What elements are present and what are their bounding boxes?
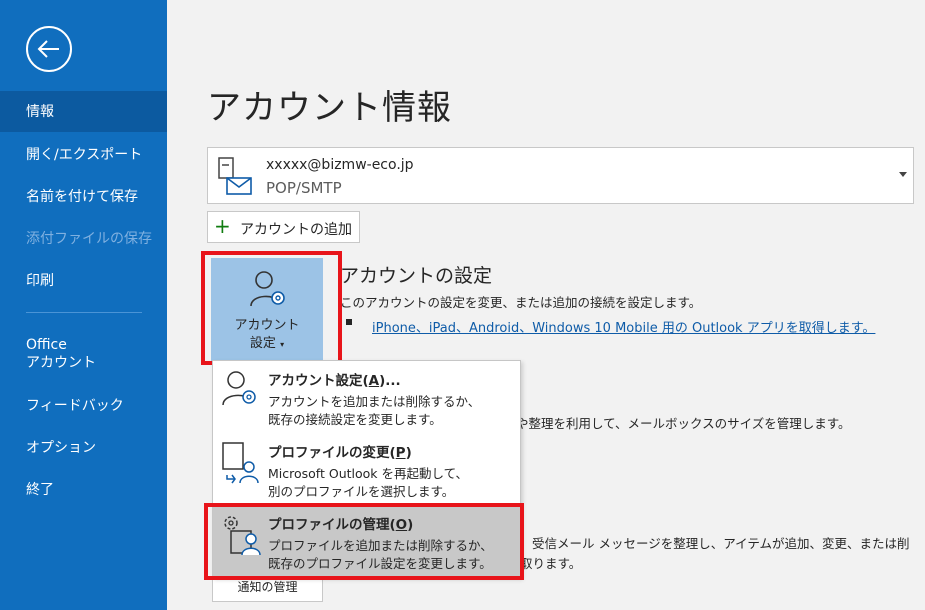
sidebar-item-print[interactable]: 印刷	[0, 272, 167, 290]
sidebar-item-label: 印刷	[26, 273, 54, 289]
menu-item-description: アカウントを追加または削除するか、	[268, 394, 481, 409]
menu-item-description-line2: 既存の接続設定を変更します。	[268, 412, 442, 427]
account-settings-label: アカウント	[234, 318, 300, 333]
menu-item-accesskey: A	[368, 373, 380, 389]
section-title: アカウントの設定	[340, 265, 493, 287]
menu-item-title: アカウント設定(A)...	[268, 369, 401, 389]
sidebar-item-label: 添付ファイルの保存	[26, 231, 152, 247]
chevron-down-icon[interactable]	[899, 172, 907, 177]
manage-profiles-icon	[224, 516, 261, 556]
back-button[interactable]	[26, 26, 72, 72]
sidebar-item-exit[interactable]: 終了	[0, 481, 167, 499]
menu-item-title: プロファイルの管理(O)	[268, 513, 413, 533]
add-account-button[interactable]: + アカウントの追加	[207, 211, 360, 243]
sidebar-item-options[interactable]: オプション	[0, 439, 167, 457]
menu-item-description: Microsoft Outlook を再起動して、	[268, 466, 469, 481]
sidebar-item-info[interactable]: 情報	[0, 91, 167, 132]
account-settings-button[interactable]: アカウント 設定 ▾	[211, 258, 323, 362]
menu-item-title-end: )...	[379, 373, 401, 389]
sidebar-item-label: 終了	[26, 482, 54, 498]
bullet-icon	[346, 319, 352, 325]
mail-account-icon	[218, 157, 252, 195]
rules-description-line2: 取ります。	[520, 556, 582, 571]
account-type: POP/SMTP	[266, 179, 342, 197]
menu-item-account-settings[interactable]: アカウント設定(A)... アカウントを追加または削除するか、 既存の接続設定を…	[213, 361, 520, 433]
menu-item-manage-profiles[interactable]: プロファイルの管理(O) プロファイルを追加または削除するか、 既存のプロファイ…	[213, 505, 520, 577]
sidebar-item-save-as[interactable]: 名前を付けて保存	[0, 188, 167, 206]
mailbox-cleanup-description: や整理を利用して、メールボックスのサイズを管理します。	[516, 416, 851, 431]
sidebar-item-feedback[interactable]: フィードバック	[0, 397, 167, 415]
menu-item-title-end: )	[407, 517, 414, 533]
menu-item-description-line2: 既存のプロファイル設定を変更します。	[268, 556, 492, 571]
account-settings-label-line2: 設定 ▾	[211, 332, 323, 351]
account-settings-label-text: 設定	[249, 336, 276, 351]
back-arrow-icon	[37, 40, 59, 58]
menu-item-title-text: プロファイルの管理(	[268, 517, 396, 533]
backstage-sidebar: 情報 開く/エクスポート 名前を付けて保存 添付ファイルの保存 印刷 Offic…	[0, 0, 167, 610]
menu-item-title-text: アカウント設定(	[268, 373, 369, 389]
sidebar-item-label: 名前を付けて保存	[26, 189, 138, 205]
rules-description: 受信メール メッセージを整理し、アイテムが追加、変更、または削	[532, 536, 910, 551]
menu-item-accesskey: P	[395, 445, 406, 461]
sidebar-item-label: Office	[26, 337, 67, 353]
sidebar-item-label: 情報	[26, 104, 54, 120]
menu-item-title-end: )	[405, 445, 412, 461]
menu-item-title-text: プロファイルの変更(	[268, 445, 396, 461]
sidebar-item-office-account[interactable]: Office アカウント	[0, 336, 167, 372]
section-description: このアカウントの設定を変更、または追加の接続を設定します。	[340, 295, 702, 310]
outlook-app-link[interactable]: iPhone、iPad、Android、Windows 10 Mobile 用の…	[372, 317, 875, 336]
dropdown-caret-icon: ▾	[280, 340, 285, 349]
account-selector[interactable]: xxxxx@bizmw-eco.jp POP/SMTP	[207, 147, 914, 204]
menu-item-accesskey: O	[395, 517, 408, 533]
account-settings-icon	[222, 371, 256, 406]
sidebar-item-open-export[interactable]: 開く/エクスポート	[0, 146, 167, 164]
sidebar-item-save-attachments: 添付ファイルの保存	[0, 230, 167, 248]
sidebar-item-label-line2: アカウント	[26, 355, 96, 371]
account-settings-icon	[250, 271, 285, 307]
sidebar-item-label: オプション	[26, 440, 96, 456]
menu-item-change-profile[interactable]: プロファイルの変更(P) Microsoft Outlook を再起動して、 別…	[213, 433, 520, 505]
sidebar-item-label: フィードバック	[26, 398, 124, 414]
menu-item-description-line2: 別のプロファイルを選択します。	[268, 484, 455, 499]
plus-icon: +	[214, 214, 231, 238]
page-title: アカウント情報	[207, 88, 452, 128]
sidebar-item-label: 開く/エクスポート	[26, 147, 143, 163]
change-profile-icon	[222, 442, 259, 484]
menu-item-description: プロファイルを追加または削除するか、	[268, 538, 493, 553]
menu-item-title: プロファイルの変更(P)	[268, 441, 412, 461]
account-settings-menu: アカウント設定(A)... アカウントを追加または削除するか、 既存の接続設定を…	[212, 360, 521, 578]
sidebar-divider	[26, 312, 142, 313]
account-email: xxxxx@bizmw-eco.jp	[266, 157, 414, 173]
add-account-label: アカウントの追加	[240, 222, 352, 238]
